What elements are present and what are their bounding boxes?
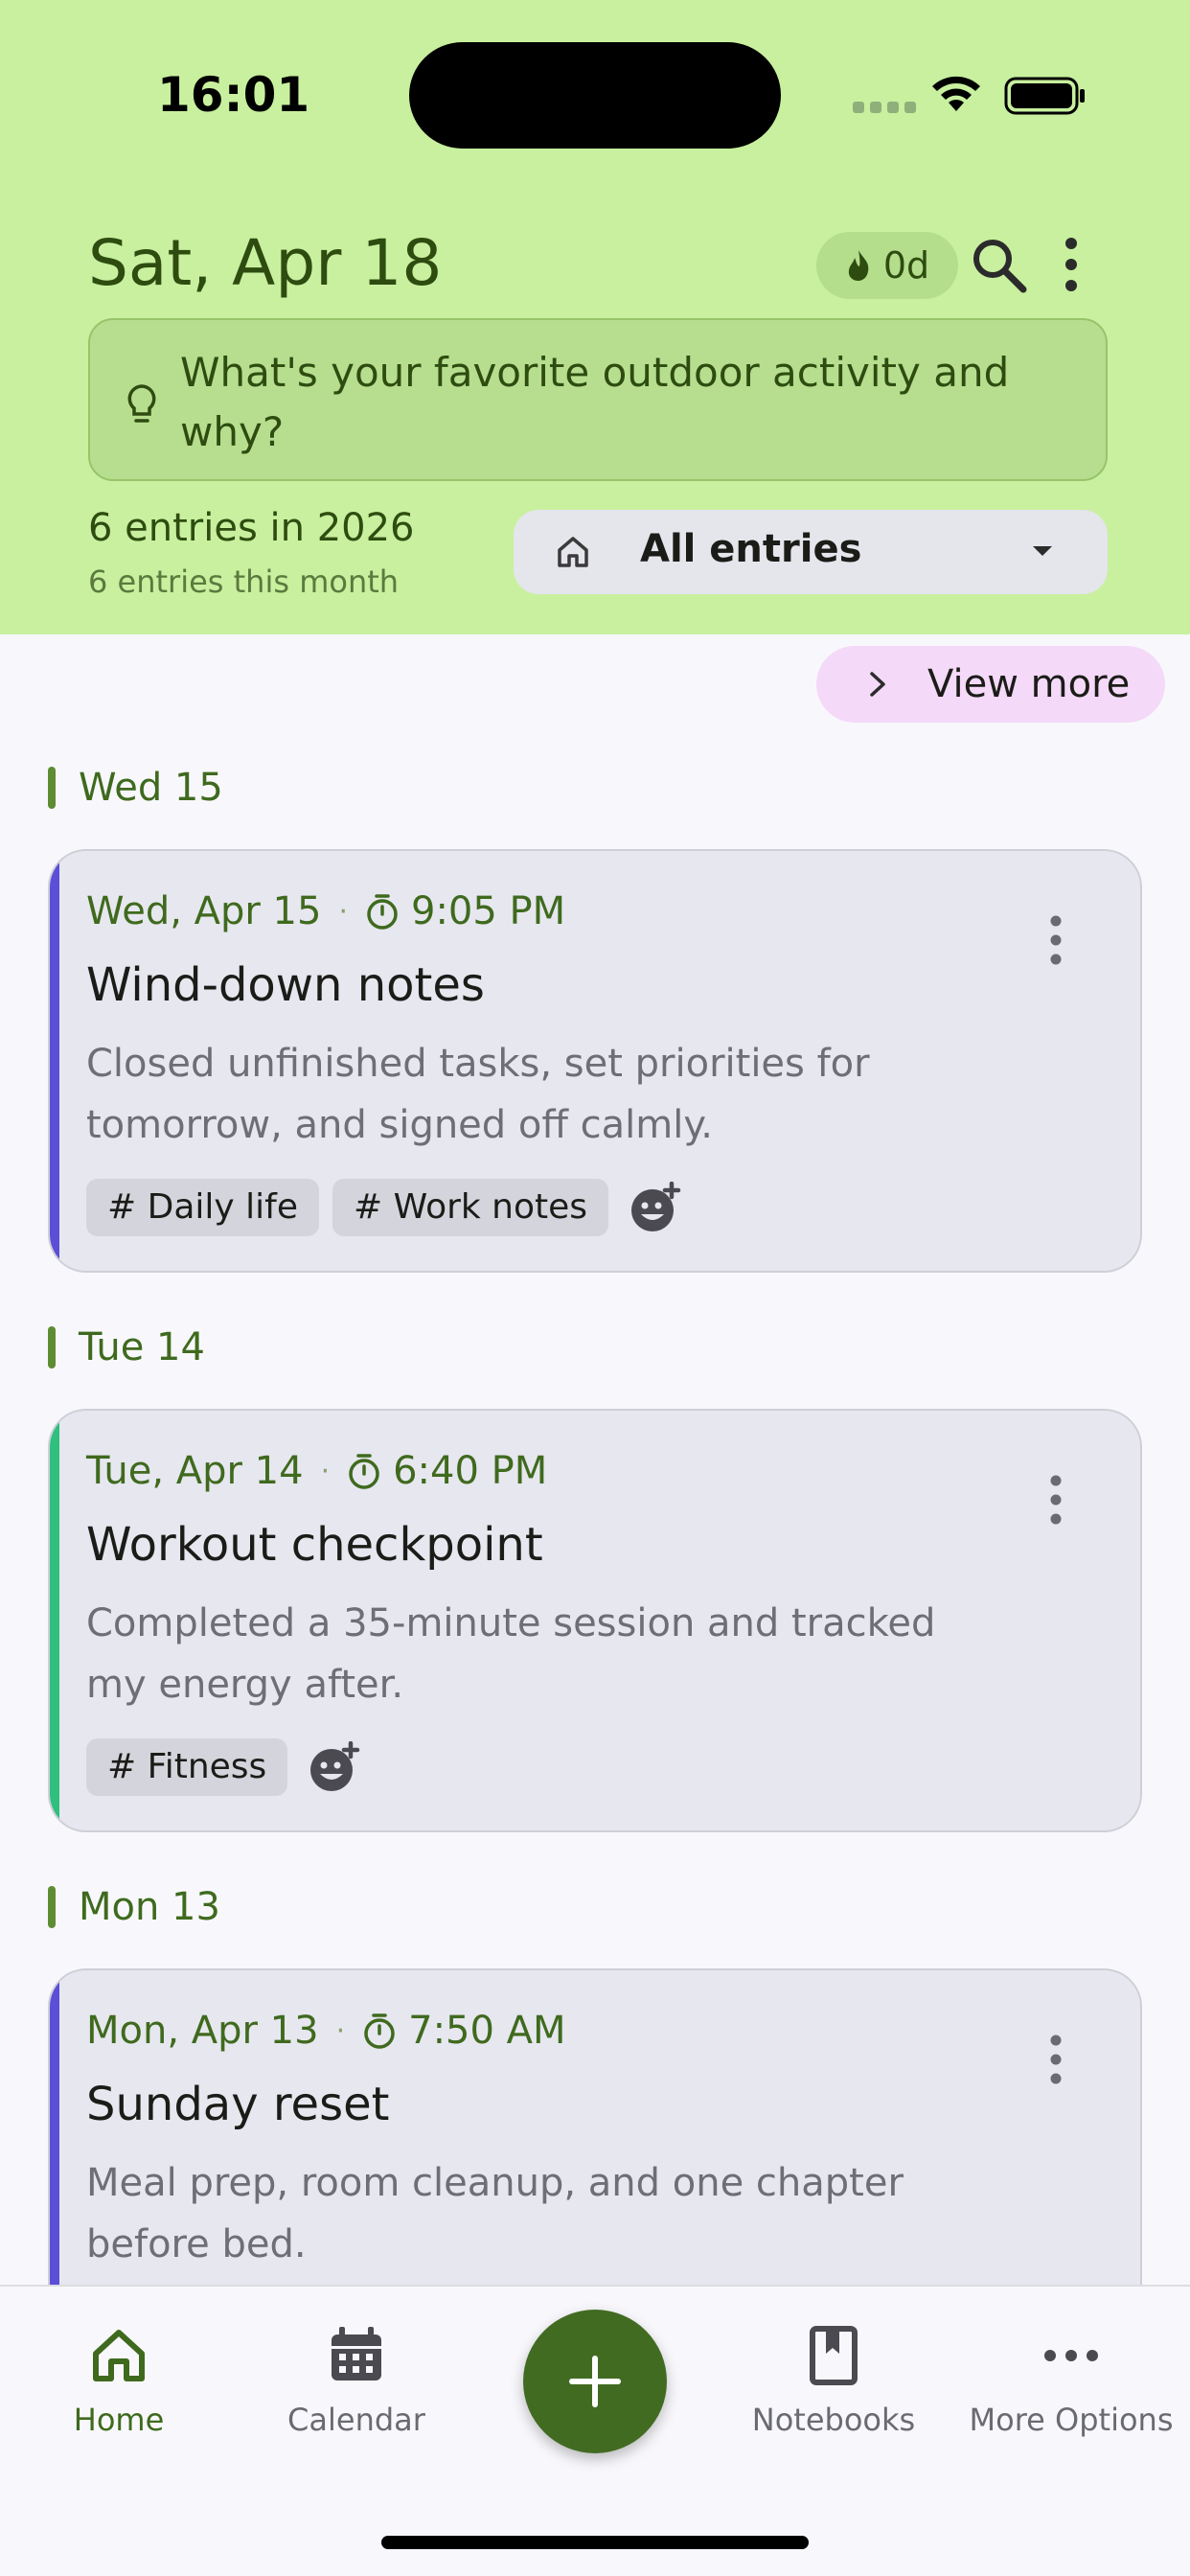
lightbulb-icon — [127, 384, 156, 423]
entry-time: 7:50 AM — [408, 2009, 566, 2053]
timer-icon — [349, 1454, 379, 1489]
view-more-label: View more — [927, 662, 1131, 706]
entry-card[interactable]: Tue, Apr 14 · 6:40 PM Workout checkpoint… — [48, 1409, 1142, 1832]
nav-notebooks[interactable]: Notebooks — [719, 2325, 949, 2438]
tag-chip[interactable]: # Daily life — [86, 1179, 319, 1236]
entry-title: Sunday reset — [86, 2078, 390, 2131]
entry-accent — [50, 1411, 59, 1830]
entry-meta: Tue, Apr 14 · 6:40 PM — [86, 1449, 548, 1493]
add-entry-button[interactable] — [523, 2310, 667, 2453]
entry-body: Closed unfinished tasks, set priorities … — [86, 1042, 870, 1147]
chevron-right-icon — [870, 672, 885, 697]
home-indicator — [381, 2536, 809, 2549]
filter-label: All entries — [640, 527, 862, 571]
calendar-icon — [332, 2327, 381, 2380]
wifi-icon — [932, 76, 980, 111]
notebook-icon — [810, 2326, 858, 2385]
timer-icon — [364, 2013, 395, 2049]
prompt-text: What's your favorite outdoor activity an… — [180, 349, 1010, 455]
entry-date: Mon, Apr 13 — [86, 2009, 319, 2053]
home-icon — [558, 537, 588, 567]
streak-count: 0d — [882, 244, 930, 287]
nav-more-label: More Options — [969, 2402, 1174, 2438]
view-more-button[interactable]: View more — [816, 646, 1165, 723]
entry-accent — [50, 851, 59, 1271]
entry-title: Workout checkpoint — [86, 1518, 543, 1572]
month-entry-count: 6 entries this month — [88, 564, 400, 600]
more-vert-icon[interactable] — [1048, 2034, 1064, 2085]
status-time: 16:01 — [157, 67, 310, 123]
entry-tags: # Daily life # Work notes — [86, 1179, 681, 1236]
entry-date: Tue, Apr 14 — [86, 1449, 304, 1493]
notebook-filter-dropdown[interactable]: All entries — [514, 510, 1108, 594]
entry-time: 9:05 PM — [411, 889, 566, 933]
page-title: Sat, Apr 18 — [88, 226, 443, 300]
more-vert-icon[interactable] — [1054, 236, 1088, 293]
entry-card[interactable]: Wed, Apr 15 · 9:05 PM Wind-down notes Cl… — [48, 849, 1142, 1273]
caret-down-icon — [1033, 546, 1052, 556]
add-reaction-icon[interactable] — [629, 1182, 681, 1233]
streak-badge[interactable]: 0d — [816, 232, 958, 299]
day-header: Mon 13 — [48, 1885, 220, 1929]
nav-home-label: Home — [73, 2402, 165, 2438]
plus-icon — [569, 2356, 621, 2407]
day-header: Tue 14 — [48, 1325, 205, 1369]
entry-time: 6:40 PM — [393, 1449, 548, 1493]
dynamic-island — [409, 42, 781, 149]
nav-calendar[interactable]: Calendar — [241, 2325, 471, 2438]
header: 16:01 Sat, Apr 18 0d What's your favorit… — [0, 0, 1190, 634]
nav-calendar-label: Calendar — [287, 2402, 425, 2438]
flame-icon — [848, 250, 869, 281]
entry-body: Completed a 35-minute session and tracke… — [86, 1601, 936, 1707]
tag-chip[interactable]: # Fitness — [86, 1738, 288, 1796]
entry-title: Wind-down notes — [86, 958, 485, 1012]
entry-meta: Wed, Apr 15 · 9:05 PM — [86, 889, 566, 933]
entry-body: Meal prep, room cleanup, and one chapter… — [86, 2161, 904, 2266]
status-bar: 16:01 — [0, 0, 1190, 192]
entry-meta: Mon, Apr 13 · 7:50 AM — [86, 2009, 566, 2053]
year-entry-count: 6 entries in 2026 — [88, 506, 415, 550]
cellular-signal-icon — [853, 102, 916, 113]
more-vert-icon[interactable] — [1048, 1474, 1064, 1526]
nav-notebooks-label: Notebooks — [751, 2402, 916, 2438]
more-vert-icon[interactable] — [1048, 914, 1064, 966]
writing-prompt-card[interactable]: What's your favorite outdoor activity an… — [88, 318, 1108, 481]
search-icon[interactable] — [970, 236, 1027, 293]
entry-tags: # Fitness — [86, 1738, 360, 1796]
tag-chip[interactable]: # Work notes — [332, 1179, 609, 1236]
add-reaction-icon[interactable] — [309, 1741, 360, 1793]
nav-home[interactable]: Home — [4, 2325, 234, 2438]
nav-more-options[interactable]: More Options — [956, 2325, 1186, 2438]
more-horiz-icon — [1044, 2350, 1098, 2361]
home-icon — [93, 2330, 145, 2381]
timer-icon — [367, 894, 398, 930]
battery-icon — [1004, 77, 1085, 115]
day-header: Wed 15 — [48, 766, 223, 810]
entry-date: Wed, Apr 15 — [86, 889, 322, 933]
